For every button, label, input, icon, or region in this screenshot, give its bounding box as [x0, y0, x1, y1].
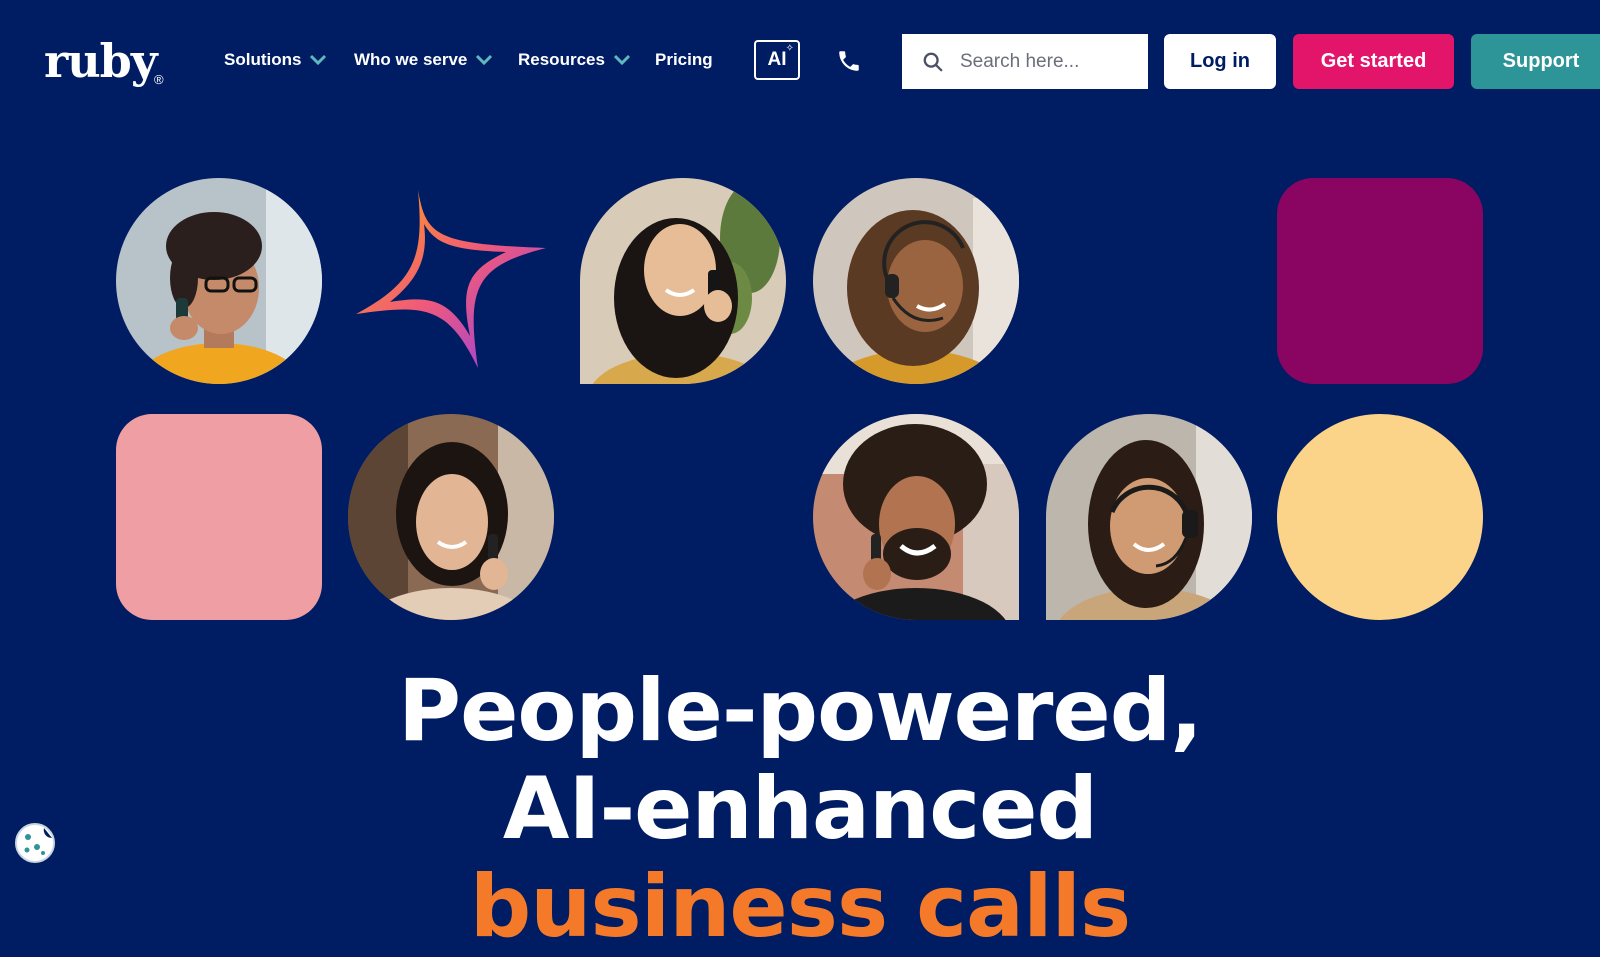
decorative-magenta-tile — [1277, 178, 1483, 384]
chevron-down-icon — [476, 54, 493, 66]
login-button[interactable]: Log in — [1164, 34, 1276, 89]
nav-item-pricing[interactable]: Pricing — [655, 50, 713, 70]
registered-mark: ® — [154, 72, 164, 87]
hero-headline: People-powered, AI-enhanced business cal… — [0, 662, 1600, 956]
decorative-yellow-circle — [1277, 414, 1483, 620]
ruby-logo[interactable]: ruby — [44, 38, 158, 84]
photo-woman-glasses — [116, 178, 322, 384]
nav-item-label: Resources — [518, 50, 605, 69]
photo-woman-headset-mic — [1046, 414, 1252, 620]
chevron-down-icon — [310, 54, 327, 66]
nav-item-label: Solutions — [224, 50, 302, 69]
star-sparkle-graphic — [356, 190, 546, 368]
photo-woman-phone-smiling — [348, 414, 554, 620]
photo-man-curly-phone — [813, 414, 1019, 620]
headline-line-2: AI-enhanced — [502, 759, 1098, 859]
photo-woman-headset-curly — [813, 178, 1019, 384]
nav-item-label: Who we serve — [354, 50, 468, 69]
sparkle-icon: ✧ — [785, 43, 794, 54]
get-started-button[interactable]: Get started — [1293, 34, 1454, 89]
phone-icon[interactable] — [836, 48, 862, 74]
ai-label: AI — [767, 49, 787, 70]
search-icon[interactable] — [922, 51, 944, 73]
decorative-pink-tile — [116, 414, 322, 620]
nav-item-who-we-serve[interactable]: Who we serve — [354, 50, 493, 70]
headline-line-3: business calls — [469, 857, 1131, 957]
headline-line-1: People-powered, — [398, 661, 1203, 761]
search-box — [902, 34, 1148, 89]
nav-item-label: Pricing — [655, 50, 713, 69]
nav-item-resources[interactable]: Resources — [518, 50, 631, 70]
search-input[interactable] — [958, 49, 1142, 74]
cookie-icon[interactable] — [14, 822, 56, 864]
nav-item-solutions[interactable]: Solutions — [224, 50, 327, 70]
photo-woman-phone-plants — [580, 178, 786, 384]
chevron-down-icon — [613, 54, 630, 66]
ai-button[interactable]: AI ✧ — [754, 40, 800, 80]
support-button[interactable]: Support — [1471, 34, 1600, 89]
